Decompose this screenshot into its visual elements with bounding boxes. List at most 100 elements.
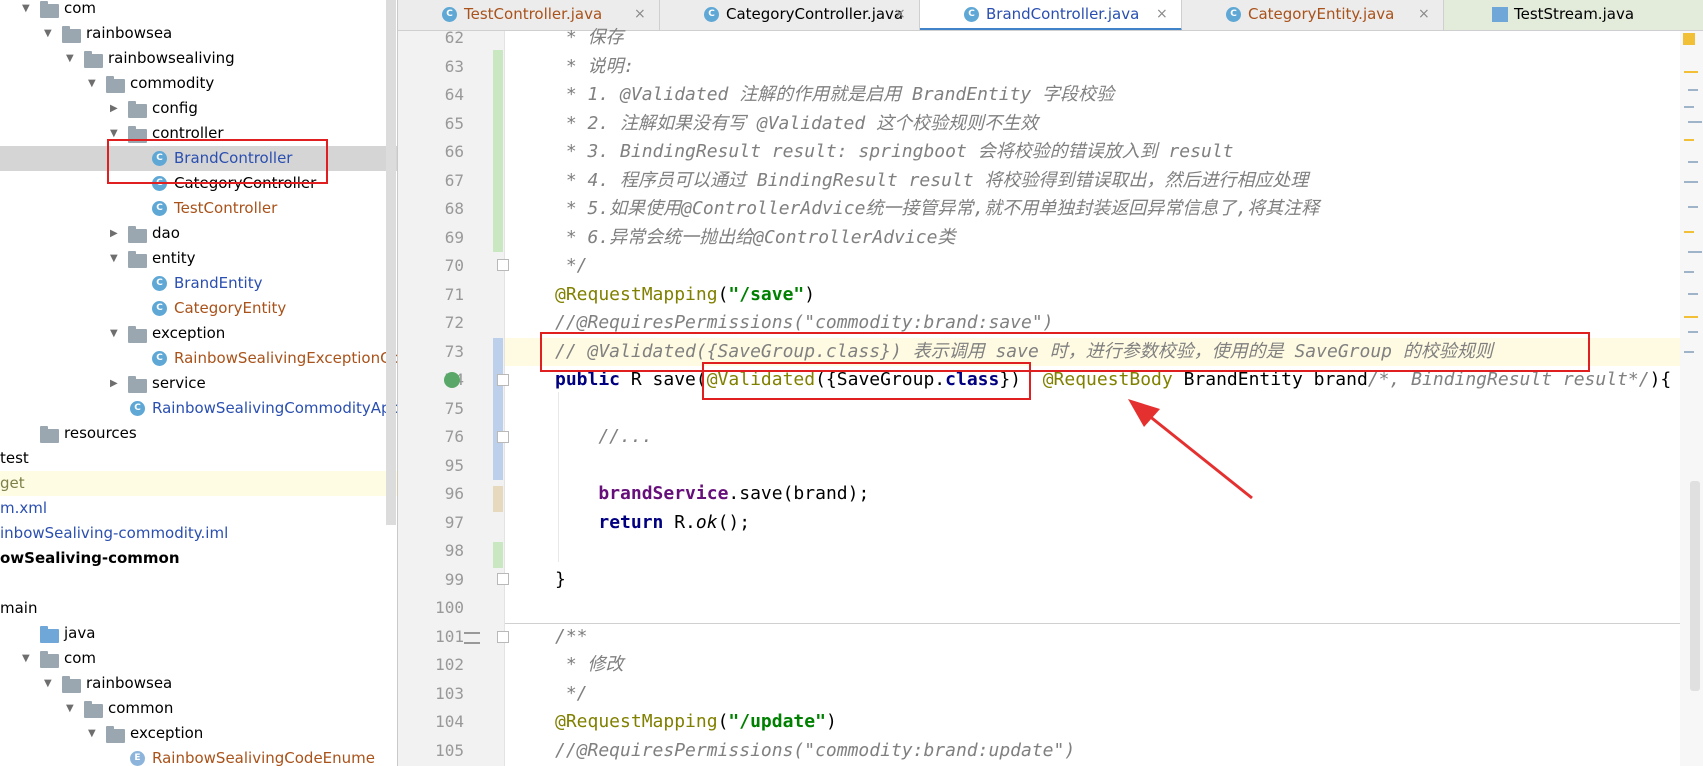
warning-icon[interactable] xyxy=(1683,33,1695,45)
chevron-right-icon[interactable]: ▶ xyxy=(110,96,118,121)
tab-categorycontroller-java[interactable]: C CategoryController.java × xyxy=(660,0,920,30)
tree-row[interactable]: ▼ commodity xyxy=(0,71,398,96)
chevron-down-icon[interactable]: ▼ xyxy=(44,671,52,696)
code-line[interactable]: * 保存 xyxy=(555,24,624,52)
code-line[interactable]: * 说明: xyxy=(555,53,635,81)
tree-row[interactable]: ▼ entity xyxy=(0,246,398,271)
tree-row[interactable]: ▼ common xyxy=(0,696,398,721)
chevron-right-icon[interactable]: ▶ xyxy=(110,221,118,246)
tree-scrollbar[interactable] xyxy=(386,0,396,525)
chevron-down-icon[interactable]: ▼ xyxy=(66,46,74,71)
tab-brandcontroller-java[interactable]: C BrandController.java × xyxy=(920,0,1182,30)
fold-marker-icon[interactable] xyxy=(497,259,509,271)
tree-row[interactable]: ▼ com xyxy=(0,646,398,671)
chevron-down-icon[interactable]: ▼ xyxy=(110,321,118,346)
stripe-marker[interactable] xyxy=(1688,121,1702,123)
tree-row[interactable]: C RainbowSealivingExceptionContr xyxy=(0,346,398,371)
code-line[interactable]: @RequestMapping("/update") xyxy=(555,708,837,736)
tree-row[interactable]: main xyxy=(0,596,398,621)
close-icon[interactable]: × xyxy=(1156,0,1168,29)
stripe-marker[interactable] xyxy=(1688,251,1702,253)
tree-row[interactable]: ▶ config xyxy=(0,96,398,121)
tree-row[interactable]: ▼ rainbowsea xyxy=(0,671,398,696)
code-line[interactable]: //@RequiresPermissions("commodity:brand:… xyxy=(555,737,1075,765)
close-icon[interactable]: × xyxy=(894,0,906,29)
code-line[interactable]: return R.ok(); xyxy=(555,509,750,537)
tree-row[interactable]: C TestController xyxy=(0,196,398,221)
fold-marker-icon[interactable] xyxy=(497,431,509,443)
tree-row[interactable]: ▼ com xyxy=(0,0,398,21)
chevron-down-icon[interactable]: ▼ xyxy=(110,246,118,271)
tree-row[interactable]: ▼ rainbowsea xyxy=(0,21,398,46)
stripe-marker[interactable] xyxy=(1684,181,1698,183)
close-icon[interactable]: × xyxy=(634,0,646,29)
chevron-down-icon[interactable]: ▼ xyxy=(66,696,74,721)
tree-row[interactable]: java xyxy=(0,621,398,646)
vcs-change-marker[interactable] xyxy=(493,486,503,512)
code-line[interactable]: */ xyxy=(555,252,588,280)
tree-row[interactable]: ▼ exception xyxy=(0,721,398,746)
code-line[interactable]: * 3. BindingResult result: springboot 会将… xyxy=(555,138,1234,166)
tab-categoryentity-java[interactable]: C CategoryEntity.java × xyxy=(1182,0,1444,30)
code-line[interactable]: */ xyxy=(555,680,588,708)
structure-icon[interactable] xyxy=(464,632,480,644)
fold-marker-icon[interactable] xyxy=(497,374,509,386)
tree-row[interactable] xyxy=(0,571,398,596)
code-token: ) xyxy=(825,711,837,732)
stripe-marker[interactable] xyxy=(1684,231,1694,233)
code-line[interactable]: * 5.如果使用@ControllerAdvice统一接管异常,就不用单独封装返… xyxy=(555,195,1319,223)
code-line[interactable]: * 4. 程序员可以通过 BindingResult result 将校验得到错… xyxy=(555,167,1309,195)
tree-row[interactable]: ▼ exception xyxy=(0,321,398,346)
code-line[interactable]: * 6.异常会统一抛出给@ControllerAdvice类 xyxy=(555,224,956,252)
stripe-marker[interactable] xyxy=(1684,316,1698,318)
stripe-marker[interactable] xyxy=(1684,271,1694,273)
code-line[interactable]: //... xyxy=(555,423,652,451)
tree-row[interactable]: ▶ dao xyxy=(0,221,398,246)
fold-marker-icon[interactable] xyxy=(497,631,509,643)
chevron-down-icon[interactable]: ▼ xyxy=(88,71,96,96)
code-line[interactable]: * 修改 xyxy=(555,651,624,679)
tree-row[interactable]: C RainbowSealivingCommodityApplica xyxy=(0,396,398,421)
tree-row[interactable]: owSealiving-common xyxy=(0,546,398,571)
tree-row[interactable]: test xyxy=(0,446,398,471)
fold-marker-icon[interactable] xyxy=(497,573,509,585)
close-icon[interactable]: × xyxy=(1418,0,1430,29)
chevron-right-icon[interactable]: ▶ xyxy=(110,371,118,396)
stripe-marker[interactable] xyxy=(1688,89,1698,91)
stripe-marker[interactable] xyxy=(1688,206,1698,208)
class-icon: C xyxy=(152,351,167,366)
tree-row[interactable]: get xyxy=(0,471,398,496)
stripe-marker[interactable] xyxy=(1688,331,1698,333)
code-line[interactable]: @RequestMapping("/save") xyxy=(555,281,815,309)
tree-row[interactable]: m.xml xyxy=(0,496,398,521)
stripe-marker[interactable] xyxy=(1684,351,1694,353)
tab-teststream-java[interactable]: TestStream.java xyxy=(1444,0,1703,30)
tree-row[interactable]: ▶ service xyxy=(0,371,398,396)
tree-row[interactable]: C BrandEntity xyxy=(0,271,398,296)
tree-row[interactable]: ▼ rainbowsealiving xyxy=(0,46,398,71)
error-stripe[interactable] xyxy=(1680,31,1703,766)
stripe-marker[interactable] xyxy=(1684,139,1694,141)
tree-row[interactable]: inbowSealiving-commodity.iml xyxy=(0,521,398,546)
stripe-marker[interactable] xyxy=(1688,293,1698,295)
run-gutter-icon[interactable] xyxy=(444,372,460,388)
code-line[interactable]: brandService.save(brand); xyxy=(555,480,869,508)
chevron-down-icon[interactable]: ▼ xyxy=(44,21,52,46)
chevron-down-icon[interactable]: ▼ xyxy=(22,646,30,671)
code-line[interactable]: * 1. @Validated 注解的作用就是启用 BrandEntity 字段… xyxy=(555,81,1114,109)
chevron-down-icon[interactable]: ▼ xyxy=(88,721,96,746)
vcs-change-marker[interactable] xyxy=(493,50,503,252)
vcs-change-marker[interactable] xyxy=(493,338,503,480)
stripe-marker[interactable] xyxy=(1688,161,1698,163)
stripe-marker[interactable] xyxy=(1684,106,1694,108)
chevron-down-icon[interactable]: ▼ xyxy=(22,0,30,21)
tree-row[interactable]: E RainbowSealivingCodeEnume xyxy=(0,746,398,766)
code-line[interactable]: } xyxy=(555,566,566,594)
editor-scrollbar[interactable] xyxy=(1690,481,1700,691)
vcs-change-marker[interactable] xyxy=(493,542,503,568)
tree-row[interactable]: C CategoryEntity xyxy=(0,296,398,321)
code-line[interactable]: * 2. 注解如果没有写 @Validated 这个校验规则不生效 xyxy=(555,110,1038,138)
stripe-marker[interactable] xyxy=(1684,71,1698,73)
tree-row[interactable]: resources xyxy=(0,421,398,446)
code-line[interactable]: /** xyxy=(555,623,588,651)
